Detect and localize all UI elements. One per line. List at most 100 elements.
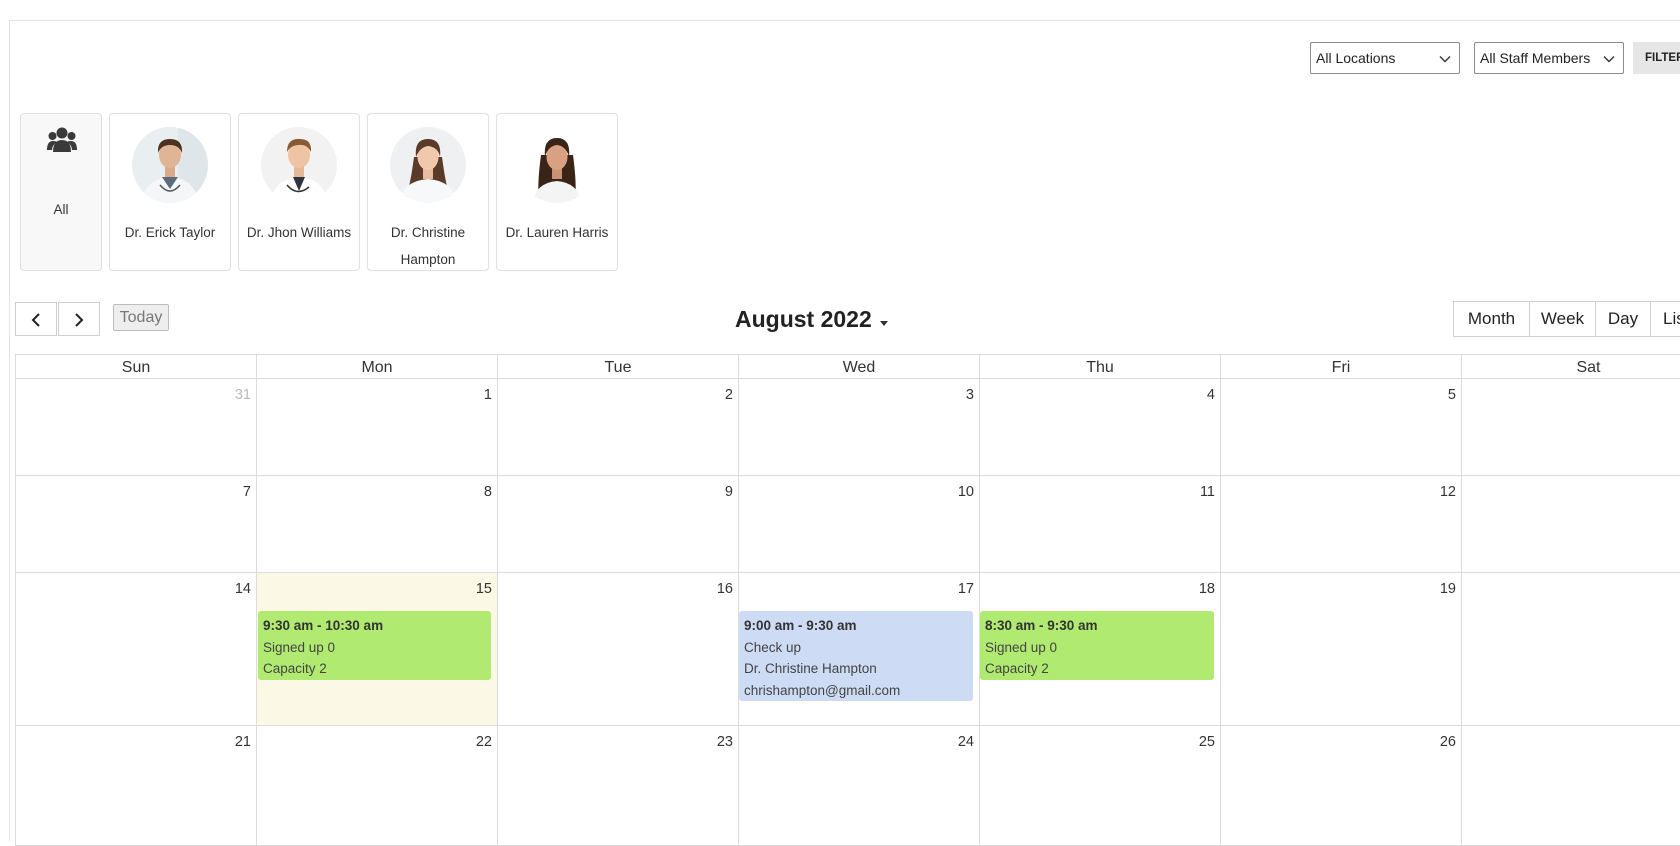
- day-cell[interactable]: [1461, 726, 1680, 846]
- staff-card-erick-taylor[interactable]: Dr. Erick Taylor: [109, 113, 231, 271]
- staff-name: Dr. Lauren Harris: [505, 225, 609, 240]
- staff-name: Dr. Christine Hampton: [390, 225, 466, 267]
- avatar: [261, 127, 337, 203]
- list-view-button[interactable]: Lis: [1650, 301, 1680, 337]
- prev-button[interactable]: [15, 302, 57, 336]
- staff-select-value: All Staff Members: [1480, 50, 1591, 66]
- week-view-button[interactable]: Week: [1529, 301, 1596, 337]
- day-number: 19: [1439, 581, 1456, 597]
- day-cell[interactable]: 1: [256, 379, 497, 476]
- day-cell[interactable]: 14: [15, 573, 256, 726]
- month-view-button[interactable]: Month: [1453, 301, 1530, 337]
- day-number: 26: [1439, 734, 1456, 750]
- event-line: Capacity 2: [263, 661, 327, 676]
- day-cell[interactable]: 25: [979, 726, 1220, 846]
- day-number: 12: [1439, 484, 1456, 500]
- month-grid: Sun Mon Tue Wed Thu Fri Sat 31 1 2 3 4 5…: [15, 354, 1680, 846]
- event-line: Dr. Christine Hampton: [744, 661, 877, 676]
- event-line: Signed up 0: [263, 639, 336, 655]
- weekday-header: Sun: [15, 354, 256, 379]
- staff-card-all[interactable]: All: [20, 113, 102, 271]
- day-number: 15: [475, 581, 492, 597]
- day-cell[interactable]: 26: [1220, 726, 1461, 846]
- day-number: 18: [1198, 581, 1215, 597]
- staff-name: All: [53, 202, 69, 217]
- day-cell[interactable]: 11: [979, 476, 1220, 573]
- avatar: [390, 127, 466, 203]
- weekday-header: Wed: [738, 354, 979, 379]
- location-select[interactable]: All Locations: [1310, 42, 1460, 74]
- staff-card-christine-hampton[interactable]: Dr. Christine Hampton: [367, 113, 489, 271]
- event-line: chrishampton@gmail.com: [744, 682, 901, 698]
- day-cell[interactable]: 10: [738, 476, 979, 573]
- event-line: Check up: [744, 639, 802, 655]
- chevron-down-icon: [1603, 56, 1615, 63]
- next-button[interactable]: [58, 302, 100, 336]
- event-mon-15[interactable]: 9:30 am - 10:30 am Signed up 0 Capacity …: [258, 611, 491, 680]
- weekday-header: Sat: [1461, 354, 1680, 379]
- day-number: 10: [957, 484, 974, 500]
- event-wed-17[interactable]: 9:00 am - 9:30 am Check up Dr. Christine…: [739, 611, 973, 701]
- day-cell[interactable]: 16: [497, 573, 738, 726]
- day-cell[interactable]: 23: [497, 726, 738, 846]
- chevron-left-icon: [31, 313, 40, 327]
- day-number: 11: [1199, 484, 1215, 500]
- weekday-header: Thu: [979, 354, 1220, 379]
- day-number: 9: [724, 484, 733, 500]
- today-button[interactable]: Today: [113, 304, 169, 331]
- day-number: 5: [1447, 387, 1456, 403]
- avatar: [519, 127, 595, 203]
- weekday-header: Tue: [497, 354, 738, 379]
- day-cell[interactable]: 9: [497, 476, 738, 573]
- staff-select[interactable]: All Staff Members: [1474, 42, 1624, 74]
- day-view-button[interactable]: Day: [1595, 301, 1651, 337]
- users-icon: [47, 127, 77, 152]
- day-cell[interactable]: 24: [738, 726, 979, 846]
- day-number: 25: [1198, 734, 1215, 750]
- staff-name: Dr. Erick Taylor: [124, 225, 216, 240]
- day-number: 1: [483, 387, 492, 403]
- day-number: 2: [724, 387, 733, 403]
- event-time: 9:30 am - 10:30 am: [263, 618, 384, 633]
- day-cell[interactable]: 19: [1220, 573, 1461, 726]
- day-number: 24: [957, 734, 974, 750]
- event-thu-18[interactable]: 8:30 am - 9:30 am Signed up 0 Capacity 2: [980, 611, 1214, 680]
- day-cell[interactable]: [1461, 476, 1680, 573]
- day-number: 31: [234, 387, 251, 403]
- event-line: Signed up 0: [985, 639, 1058, 655]
- day-number: 23: [716, 734, 733, 750]
- staff-card-lauren-harris[interactable]: Dr. Lauren Harris: [496, 113, 618, 271]
- day-cell[interactable]: 3: [738, 379, 979, 476]
- filter-button[interactable]: FILTER: [1633, 42, 1680, 74]
- day-cell[interactable]: 21: [15, 726, 256, 846]
- day-number: 22: [475, 734, 492, 750]
- day-number: 14: [234, 581, 251, 597]
- event-line: Capacity 2: [985, 661, 1049, 676]
- day-cell[interactable]: 2: [497, 379, 738, 476]
- staff-name: Dr. Jhon Williams: [246, 225, 352, 240]
- day-cell[interactable]: 12: [1220, 476, 1461, 573]
- day-cell[interactable]: 5: [1220, 379, 1461, 476]
- day-number: 4: [1206, 387, 1215, 403]
- staff-card-jhon-williams[interactable]: Dr. Jhon Williams: [238, 113, 360, 271]
- day-cell[interactable]: [1461, 573, 1680, 726]
- day-cell[interactable]: [1461, 379, 1680, 476]
- day-cell[interactable]: 4: [979, 379, 1220, 476]
- day-cell[interactable]: 31: [15, 379, 256, 476]
- day-number: 7: [242, 484, 251, 500]
- day-cell[interactable]: 7: [15, 476, 256, 573]
- weekday-header: Mon: [256, 354, 497, 379]
- day-number: 8: [483, 484, 492, 500]
- calendar-title[interactable]: August 2022: [735, 306, 872, 333]
- location-select-value: All Locations: [1316, 50, 1396, 66]
- event-time: 9:00 am - 9:30 am: [744, 618, 857, 633]
- day-number: 21: [234, 734, 251, 750]
- event-time: 8:30 am - 9:30 am: [985, 618, 1098, 633]
- caret-down-icon[interactable]: [880, 321, 888, 326]
- chevron-down-icon: [1439, 56, 1451, 63]
- day-number: 17: [957, 581, 974, 597]
- weekday-header: Fri: [1220, 354, 1461, 379]
- day-number: 16: [716, 581, 733, 597]
- day-cell[interactable]: 22: [256, 726, 497, 846]
- day-cell[interactable]: 8: [256, 476, 497, 573]
